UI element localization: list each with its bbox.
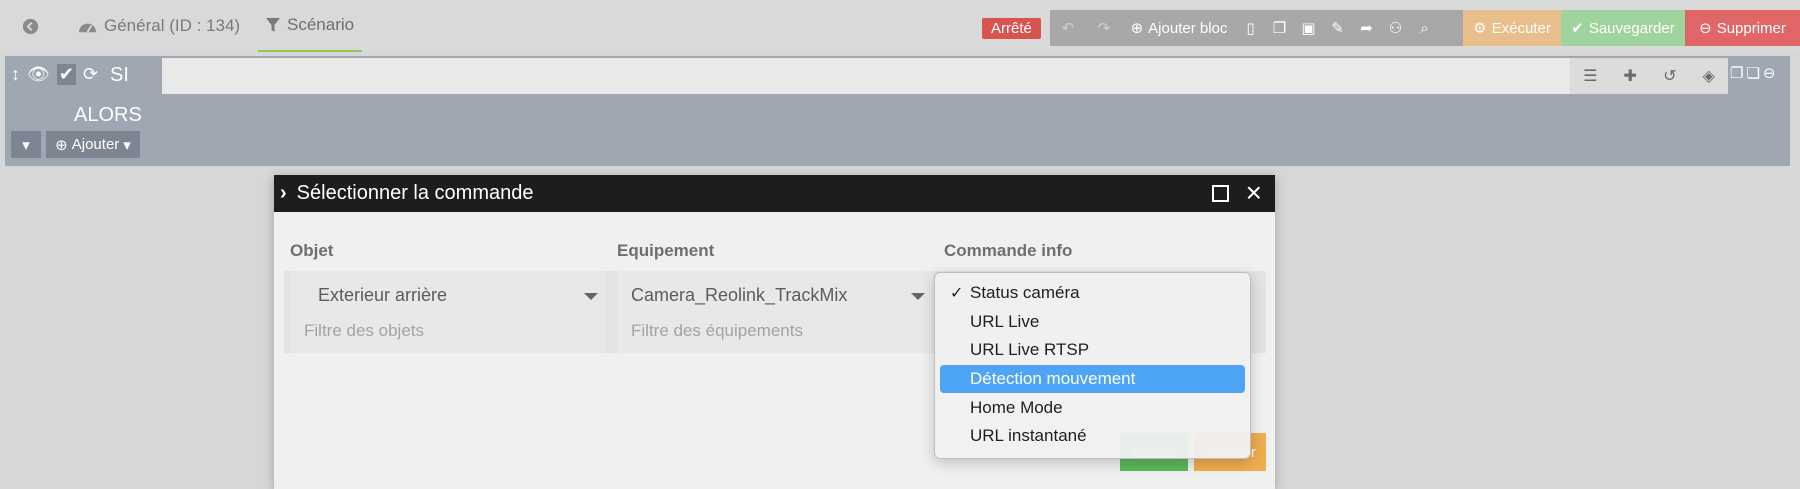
arrow-left-circle-icon bbox=[22, 18, 39, 34]
copy-icon: ❐ bbox=[1272, 20, 1287, 37]
filter-icon bbox=[266, 17, 280, 32]
plus-circle-icon: ⊕ bbox=[55, 136, 68, 154]
execute-label: Exécuter bbox=[1491, 19, 1551, 37]
equipement-select-value: Camera_Reolink_TrackMix bbox=[631, 284, 848, 305]
dropdown-option-label: Status caméra bbox=[970, 283, 1080, 303]
modal-title: Sélectionner la commande bbox=[296, 182, 534, 204]
copy-button[interactable]: ❐ bbox=[1265, 10, 1294, 46]
image-icon: ▣ bbox=[1301, 20, 1316, 37]
objet-label: Objet bbox=[290, 241, 334, 260]
file-icon: ▯ bbox=[1246, 20, 1255, 37]
delete-label: Supprimer bbox=[1716, 19, 1786, 37]
tab-general[interactable]: Général (ID : 134) bbox=[78, 0, 240, 52]
refresh-icon[interactable]: ⟳ bbox=[83, 64, 98, 85]
top-bar: Général (ID : 134) Scénario Arrêté ↶ ↷ ⊕… bbox=[0, 0, 1800, 52]
dropdown-option[interactable]: Home Mode bbox=[940, 393, 1245, 422]
caret-down-icon: ▾ bbox=[22, 136, 30, 154]
check-circle-icon: ✔ bbox=[1571, 20, 1584, 37]
undo-button[interactable]: ↶ bbox=[1050, 10, 1086, 46]
copy-block-icon[interactable]: ❐ bbox=[1730, 64, 1743, 82]
status-badge: Arrêté bbox=[982, 18, 1041, 39]
check-icon[interactable]: ✔ bbox=[56, 64, 76, 85]
dropdown-option[interactable]: URL Live bbox=[940, 308, 1245, 337]
maximize-icon[interactable] bbox=[1212, 185, 1229, 202]
si-label: SI bbox=[110, 64, 129, 86]
execute-button[interactable]: ⚙ Exécuter bbox=[1463, 10, 1561, 46]
tab-general-label: Général (ID : 134) bbox=[104, 16, 241, 35]
undo-icon: ↶ bbox=[1061, 20, 1075, 37]
users-icon: ⚇ bbox=[1388, 20, 1403, 37]
log-button[interactable]: ▯ bbox=[1236, 10, 1265, 46]
back-button[interactable] bbox=[22, 0, 39, 52]
chevron-right-icon: › bbox=[280, 182, 287, 204]
search-icon: ⌕ bbox=[1420, 19, 1429, 37]
objet-filter-input[interactable]: Filtre des objets bbox=[304, 321, 424, 341]
close-icon[interactable]: × bbox=[1246, 178, 1262, 208]
plus-circle-icon: ⊕ bbox=[1130, 20, 1144, 37]
save-button[interactable]: ✔ Sauvegarder bbox=[1561, 10, 1685, 46]
dropdown-option-label: URL instantané bbox=[970, 426, 1087, 446]
search-button[interactable]: ⌕ bbox=[1410, 10, 1439, 46]
edit-button[interactable]: ✎ bbox=[1323, 10, 1352, 46]
edit-icon: ✎ bbox=[1331, 20, 1344, 37]
add-action-button[interactable]: ⊕ Ajouter ▾ bbox=[46, 131, 140, 158]
save-label: Sauvegarder bbox=[1588, 19, 1675, 37]
redo-icon: ↷ bbox=[1097, 20, 1111, 37]
objet-select[interactable]: Exterieur arrière bbox=[290, 279, 606, 311]
dropdown-option[interactable]: URL Live RTSP bbox=[940, 336, 1245, 365]
gamepad-icon: ⚙ bbox=[1473, 20, 1487, 37]
command-dropdown: ✓ Status caméra URL Live URL Live RTSP D… bbox=[934, 272, 1251, 459]
dropdown-option-label: URL Live RTSP bbox=[970, 340, 1090, 360]
template-button[interactable]: ▣ bbox=[1294, 10, 1323, 46]
dropdown-option-label: Détection mouvement bbox=[970, 369, 1136, 389]
objet-field: Exterieur arrière Filtre des objets bbox=[290, 271, 606, 353]
history-icon[interactable]: ↺ bbox=[1663, 66, 1676, 86]
gauge-icon bbox=[78, 23, 97, 33]
cube-icon[interactable]: ◈ bbox=[1703, 66, 1715, 86]
caret-down-icon bbox=[584, 293, 598, 300]
block-actions: ❐ ❏ ⊖ bbox=[1730, 64, 1775, 82]
dropdown-option[interactable]: URL instantané bbox=[940, 422, 1245, 451]
list-icon[interactable]: ☰ bbox=[1583, 66, 1597, 86]
remove-block-icon[interactable]: ⊖ bbox=[1763, 64, 1776, 82]
tab-scenario[interactable]: Scénario bbox=[258, 0, 363, 52]
add-block-button[interactable]: ⊕ Ajouter bloc bbox=[1122, 10, 1236, 46]
modal-header: › Sélectionner la commande × bbox=[274, 175, 1275, 212]
eye-icon[interactable]: 👁 bbox=[27, 64, 50, 85]
dropdown-option[interactable]: ✓ Status caméra bbox=[940, 279, 1245, 308]
condition-input[interactable] bbox=[162, 58, 1570, 94]
add-block-label: Ajouter bloc bbox=[1148, 19, 1228, 37]
equipement-select[interactable]: Camera_Reolink_TrackMix bbox=[617, 279, 933, 311]
paste-block-icon[interactable]: ❏ bbox=[1746, 64, 1759, 82]
block-icons: ↕ 👁 ✔ ⟳ bbox=[11, 64, 98, 85]
dropdown-option-label: URL Live bbox=[970, 311, 1040, 331]
dropdown-option-label: Home Mode bbox=[970, 397, 1063, 417]
equipement-field: Camera_Reolink_TrackMix Filtre des équip… bbox=[617, 271, 933, 353]
equipement-filter-input[interactable]: Filtre des équipements bbox=[631, 321, 803, 341]
alors-label: ALORS bbox=[74, 104, 142, 126]
redo-button[interactable]: ↷ bbox=[1086, 10, 1122, 46]
equipement-label: Equipement bbox=[617, 241, 715, 260]
caret-down-icon: ▾ bbox=[123, 136, 131, 154]
toolbar-spacer bbox=[1439, 10, 1463, 46]
share-icon: ➦ bbox=[1360, 20, 1373, 37]
objet-select-value: Exterieur arrière bbox=[318, 284, 448, 305]
add-action-label: Ajouter bbox=[71, 136, 120, 153]
puzzle-icon[interactable]: ✚ bbox=[1624, 66, 1637, 86]
tab-scenario-label: Scénario bbox=[287, 15, 355, 34]
condition-tools: ☰ ✚ ↺ ◈ bbox=[1570, 58, 1728, 94]
minus-circle-icon: ⊖ bbox=[1699, 20, 1712, 37]
checkmark-icon: ✓ bbox=[950, 285, 964, 303]
dropdown-option-highlighted[interactable]: Détection mouvement bbox=[940, 364, 1245, 394]
delete-button[interactable]: ⊖ Supprimer bbox=[1685, 10, 1800, 46]
collapse-button[interactable]: ▾ bbox=[11, 131, 41, 158]
users-button[interactable]: ⚇ bbox=[1381, 10, 1410, 46]
commande-label: Commande info bbox=[944, 241, 1073, 260]
share-button[interactable]: ➦ bbox=[1352, 10, 1381, 46]
move-vertical-icon[interactable]: ↕ bbox=[11, 64, 20, 85]
scenario-block: ↕ 👁 ✔ ⟳ SI ☰ ✚ ↺ ◈ ❐ ❏ ⊖ ALORS ▾ ⊕ Ajout… bbox=[5, 56, 1790, 166]
caret-down-icon bbox=[911, 293, 925, 300]
